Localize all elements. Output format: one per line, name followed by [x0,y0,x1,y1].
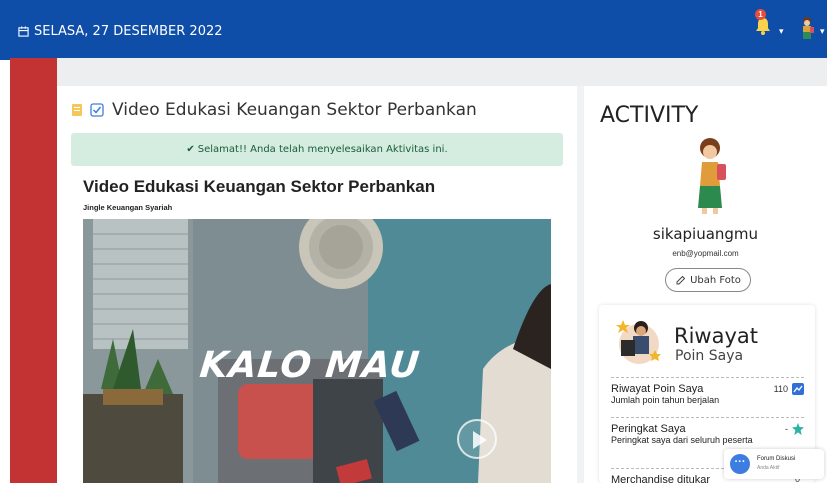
checkbox-checked-icon [90,103,104,117]
chevron-down-icon[interactable]: ▾ [779,26,784,37]
sidebar-accent [10,58,57,483]
success-message: Selamat!! Anda telah menyelesaikan Aktiv… [197,144,448,155]
check-icon: ✔ [186,144,195,155]
activity-card-header: Video Edukasi Keuangan Sektor Perbankan [72,100,477,120]
bell-icon[interactable] [754,16,772,41]
chat-bubble-icon: ··· [730,454,750,474]
points-value: 110 [773,384,788,394]
profile-section-title: ACTIVITY [600,103,699,128]
points-subtitle: Poin Saya [675,348,744,364]
pencil-icon [676,275,686,284]
video-subtitle: Jingle Keuangan Syariah [83,203,173,212]
top-bar: SELASA, 27 DESEMBER 2022 [0,0,827,60]
video-overlay-text: KALO MAU [197,345,423,386]
row-value: 110 [774,383,804,395]
chart-icon [792,383,804,395]
video-title: Video Edukasi Keuangan Sektor Perbankan [83,177,436,196]
profile-avatar [690,136,730,221]
content-stripe [57,58,827,86]
profile-username: sikapiuangmu [652,225,759,243]
row-value: - [785,423,804,435]
date-display: SELASA, 27 DESEMBER 2022 [18,24,223,39]
change-photo-button[interactable]: Ubah Foto [665,268,751,292]
forum-title: Forum Diskusi [757,456,796,462]
notification-badge: 1 [755,9,766,20]
row-sublabel: Jumlah poin tahun berjalan [611,395,720,405]
rank-value: - [785,424,788,434]
chevron-down-icon[interactable]: ▾ [820,26,825,37]
profile-email: enb@yopmail.com [672,249,739,258]
points-illustration [613,314,665,371]
row-label: Peringkat Saya [611,423,686,435]
user-avatar[interactable] [797,16,817,45]
file-icon [72,104,82,116]
points-row-history[interactable]: Riwayat Poin Saya Jumlah poin tahun berj… [611,377,804,415]
play-button[interactable] [457,419,497,459]
row-sublabel: Peringkat saya dari seluruh peserta [611,435,753,445]
activity-heading: Video Edukasi Keuangan Sektor Perbankan [112,100,477,120]
forum-status: Anda Aktif [757,465,780,471]
star-icon [792,423,804,435]
calendar-icon [18,26,29,37]
success-alert: ✔ Selamat!! Anda telah menyelesaikan Akti… [71,133,563,166]
forum-chat-widget[interactable]: ··· Forum Diskusi Anda Aktif [724,449,824,479]
change-photo-label: Ubah Foto [690,274,741,286]
points-title: Riwayat [674,324,758,348]
date-text: SELASA, 27 DESEMBER 2022 [34,24,223,39]
